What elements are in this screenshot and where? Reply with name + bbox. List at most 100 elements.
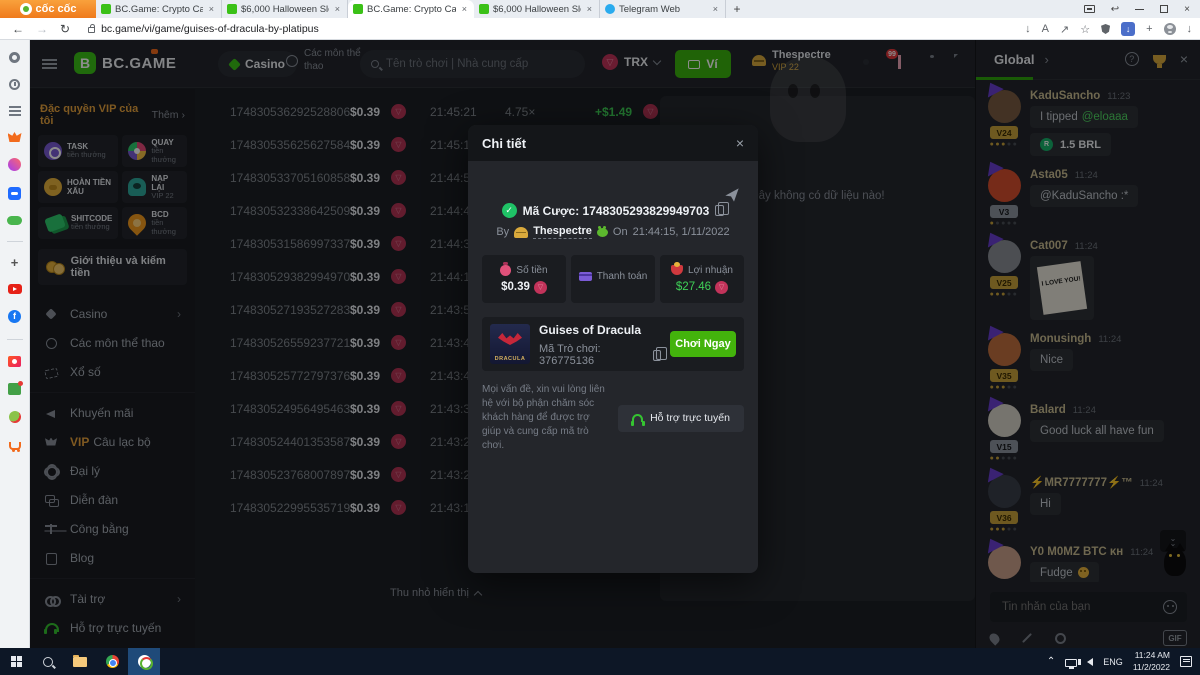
sidebar-icon[interactable]	[9, 411, 21, 423]
session-restore-icon[interactable]: ↩	[1111, 4, 1119, 15]
sidebar-icon[interactable]	[7, 241, 23, 242]
game-id-line: Mã Trò chơi: 376775136	[539, 343, 661, 367]
bet-stats: Số tiền $0.39 Thanh toán	[482, 255, 744, 303]
coccoc-taskbar-icon[interactable]	[128, 648, 160, 675]
play-now-button[interactable]: Chơi Ngay	[670, 331, 736, 357]
stat-icon	[579, 272, 592, 281]
tab-favicon	[101, 4, 111, 14]
sidebar-icon[interactable]: +	[11, 258, 19, 268]
download-manager-icon[interactable]: ↓	[1121, 22, 1135, 36]
start-button[interactable]	[0, 648, 32, 675]
profile-avatar-icon[interactable]	[1164, 23, 1176, 35]
browser-tab[interactable]: BC.Game: Crypto Casino Gam ×	[96, 0, 222, 18]
browser-tab[interactable]: Telegram Web ×	[600, 0, 726, 18]
translate-icon[interactable]: A	[1042, 23, 1049, 35]
browser-tab[interactable]: BC.Game: Crypto Casino Gam ×	[348, 0, 474, 18]
bettor-username[interactable]: Thespectre	[533, 225, 592, 239]
stat-value: $27.46	[676, 281, 711, 293]
sidebar-icon[interactable]	[8, 356, 21, 367]
url-field[interactable]: bc.game/vi/game/guises-of-dracula-by-pla…	[80, 20, 960, 37]
snapshot-icon[interactable]	[1084, 5, 1095, 13]
share-icon[interactable]: ↗	[1060, 23, 1069, 36]
taskbar-search-icon[interactable]	[32, 648, 64, 675]
reload-icon[interactable]: ↻	[60, 22, 70, 36]
tab-close-icon[interactable]: ×	[207, 4, 216, 14]
sidebar-icon[interactable]	[8, 158, 21, 171]
tab-title: BC.Game: Crypto Casino Gam	[367, 4, 456, 15]
url-text: bc.game/vi/game/guises-of-dracula-by-pla…	[101, 23, 319, 35]
hidden-icons-caret[interactable]: ⌃	[1047, 656, 1055, 667]
network-icon[interactable]	[1065, 659, 1077, 667]
chrome-icon[interactable]	[96, 648, 128, 675]
forward-icon[interactable]: →	[36, 22, 48, 36]
new-tab-button[interactable]: +	[726, 0, 748, 18]
sidebar-icon[interactable]	[8, 310, 21, 323]
copy-icon[interactable]	[653, 350, 661, 361]
sidebar-icon[interactable]	[9, 79, 20, 90]
lock-icon	[88, 27, 95, 33]
copy-icon[interactable]	[715, 205, 724, 216]
stat-icon	[671, 265, 683, 275]
live-support-button[interactable]: Hỗ trợ trực tuyến	[618, 405, 744, 432]
sidebar-icon[interactable]	[8, 383, 21, 395]
stat-box: Số tiền $0.39	[482, 255, 566, 303]
modal-header: Chi tiết ×	[468, 125, 758, 161]
adblock-shield-icon[interactable]	[1101, 24, 1110, 34]
window-controls: ↩ ×	[1084, 0, 1200, 18]
sidebar-icon[interactable]	[8, 284, 22, 294]
bat-icon	[498, 333, 522, 345]
modal-bet-id: 1748305293829949703	[583, 204, 710, 218]
tab-close-icon[interactable]: ×	[585, 4, 594, 14]
coccoc-sidebar: +	[0, 40, 30, 648]
sidebar-icon[interactable]	[9, 52, 20, 63]
trx-coin-icon	[534, 281, 547, 294]
tab-strip: cốc cốc BC.Game: Crypto Casino Gam × $6,…	[0, 0, 1200, 18]
downloads-tray-icon[interactable]: ↓	[1187, 23, 1193, 35]
bookmark-star-icon[interactable]: ☆	[1080, 23, 1090, 36]
volume-icon[interactable]	[1087, 658, 1093, 666]
address-bar: ← → ↻ bc.game/vi/game/guises-of-dracula-…	[0, 18, 1200, 40]
game-info-box: DRACULA Guises of Dracula Mã Trò chơi: 3…	[482, 317, 744, 371]
game-title: Guises of Dracula	[539, 323, 641, 337]
sidebar-icon[interactable]	[8, 187, 21, 200]
taskbar-clock[interactable]: 11:24 AM 11/2/2022	[1133, 650, 1170, 672]
sidebar-icon[interactable]	[7, 216, 22, 225]
extensions-icon[interactable]: +	[1146, 23, 1152, 35]
windows-taskbar: ⌃ ENG 11:24 AM 11/2/2022	[0, 648, 1200, 675]
sidebar-icon[interactable]	[8, 132, 22, 142]
coccoc-brand-button[interactable]: cốc cốc	[0, 0, 96, 18]
close-window-button[interactable]: ×	[1184, 4, 1190, 15]
taskbar-date: 11/2/2022	[1133, 662, 1170, 672]
bet-detail-modal: Chi tiết × ✓ Mã Cược: 174830529382994970…	[468, 125, 758, 573]
browser-tab[interactable]: $6,000 Halloween Slot Battle ×	[474, 0, 600, 18]
file-explorer-icon[interactable]	[64, 648, 96, 675]
tab-close-icon[interactable]: ×	[711, 4, 720, 14]
browser-tab[interactable]: $6,000 Halloween Slot Battle ×	[222, 0, 348, 18]
game-thumbnail[interactable]: DRACULA	[490, 324, 530, 364]
minimize-button[interactable]	[1135, 9, 1144, 10]
back-icon[interactable]: ←	[12, 22, 24, 36]
action-center-icon[interactable]	[1180, 656, 1192, 667]
maximize-button[interactable]	[1160, 5, 1168, 13]
tab-favicon	[479, 4, 489, 14]
stat-box: Lợi nhuận $27.46	[660, 255, 744, 303]
language-indicator[interactable]: ENG	[1103, 657, 1123, 667]
verified-check-icon: ✓	[502, 203, 517, 218]
tab-favicon	[227, 4, 237, 14]
sidebar-icon[interactable]	[9, 106, 21, 116]
tab-title: Telegram Web	[619, 4, 707, 15]
sidebar-icon[interactable]	[7, 339, 23, 340]
address-bar-icons: ↓ A ↗ ☆ ↓ + ↓	[1025, 18, 1192, 40]
tab-close-icon[interactable]: ×	[333, 4, 342, 14]
trx-coin-icon	[715, 281, 728, 294]
brand-label: cốc cốc	[36, 3, 77, 15]
tab-close-icon[interactable]: ×	[460, 4, 469, 14]
save-page-icon[interactable]: ↓	[1025, 23, 1031, 35]
sidebar-icon[interactable]	[9, 442, 21, 450]
modal-close-icon[interactable]: ×	[736, 137, 744, 149]
bet-by-line: By Thespectre On 21:44:15, 1/11/2022	[468, 225, 758, 239]
coccoc-logo-icon	[20, 3, 32, 15]
tab-title: BC.Game: Crypto Casino Gam	[115, 4, 203, 15]
bcgame-page: B BC.GAME Casino Các môn thể thao Tên tr…	[30, 40, 1200, 648]
tab-favicon	[605, 4, 615, 14]
